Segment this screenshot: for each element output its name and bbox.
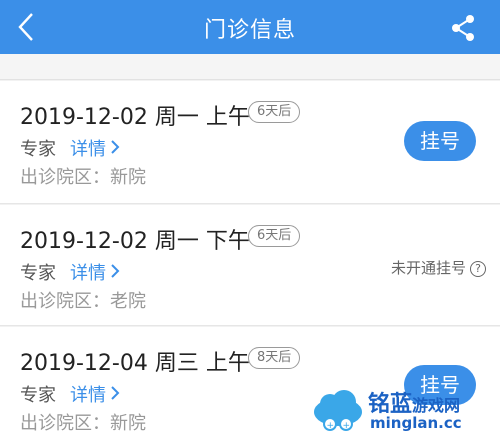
schedule-card[interactable]: 2019-12-02 周一 下午 6天后 专家 详情 出诊院区：老院 未开通挂号… <box>0 205 500 326</box>
days-until-badge: 8天后 <box>248 347 301 369</box>
detail-link[interactable]: 详情 <box>70 381 120 407</box>
schedule-date: 2019-12-02 周一 下午 <box>20 229 250 254</box>
campus-label: 出诊院区：新院 <box>20 413 146 434</box>
detail-label: 详情 <box>70 385 106 406</box>
doctor-type: 专家 <box>20 263 56 284</box>
share-icon[interactable] <box>450 14 476 42</box>
schedule-card[interactable]: 2019-12-02 周一 上午 6天后 专家 详情 出诊院区：新院 挂号 <box>0 81 500 204</box>
chevron-right-icon <box>110 385 120 406</box>
schedule-date: 2019-12-04 周三 上午 <box>20 351 250 376</box>
svg-text:+: + <box>343 421 351 431</box>
registration-status[interactable]: 未开通挂号? <box>391 257 486 278</box>
question-icon[interactable]: ? <box>470 261 486 277</box>
status-label: 未开通挂号 <box>390 259 466 277</box>
app-header: 门诊信息 <box>0 0 500 54</box>
watermark-sub: 游戏网 <box>412 396 461 415</box>
watermark-url: minglan.cc <box>370 414 462 432</box>
cloud-logo-icon: + + <box>314 390 362 431</box>
watermark: + + 铭蓝游戏网 minglan.cc <box>310 386 500 440</box>
campus-label: 出诊院区：老院 <box>20 291 146 312</box>
top-spacer <box>0 54 500 80</box>
campus-label: 出诊院区：新院 <box>20 167 146 188</box>
doctor-type: 专家 <box>20 385 56 406</box>
days-until-badge: 6天后 <box>248 225 301 247</box>
detail-link[interactable]: 详情 <box>70 135 120 161</box>
detail-label: 详情 <box>70 263 106 284</box>
doctor-type: 专家 <box>20 139 56 160</box>
detail-label: 详情 <box>70 139 106 160</box>
page-title: 门诊信息 <box>203 18 296 43</box>
svg-text:+: + <box>327 421 335 431</box>
days-until-badge: 6天后 <box>248 101 301 123</box>
schedule-date: 2019-12-02 周一 上午 <box>20 105 250 130</box>
detail-link[interactable]: 详情 <box>70 259 120 285</box>
chevron-right-icon <box>110 139 120 160</box>
chevron-right-icon <box>110 263 120 284</box>
register-button[interactable]: 挂号 <box>404 121 476 161</box>
